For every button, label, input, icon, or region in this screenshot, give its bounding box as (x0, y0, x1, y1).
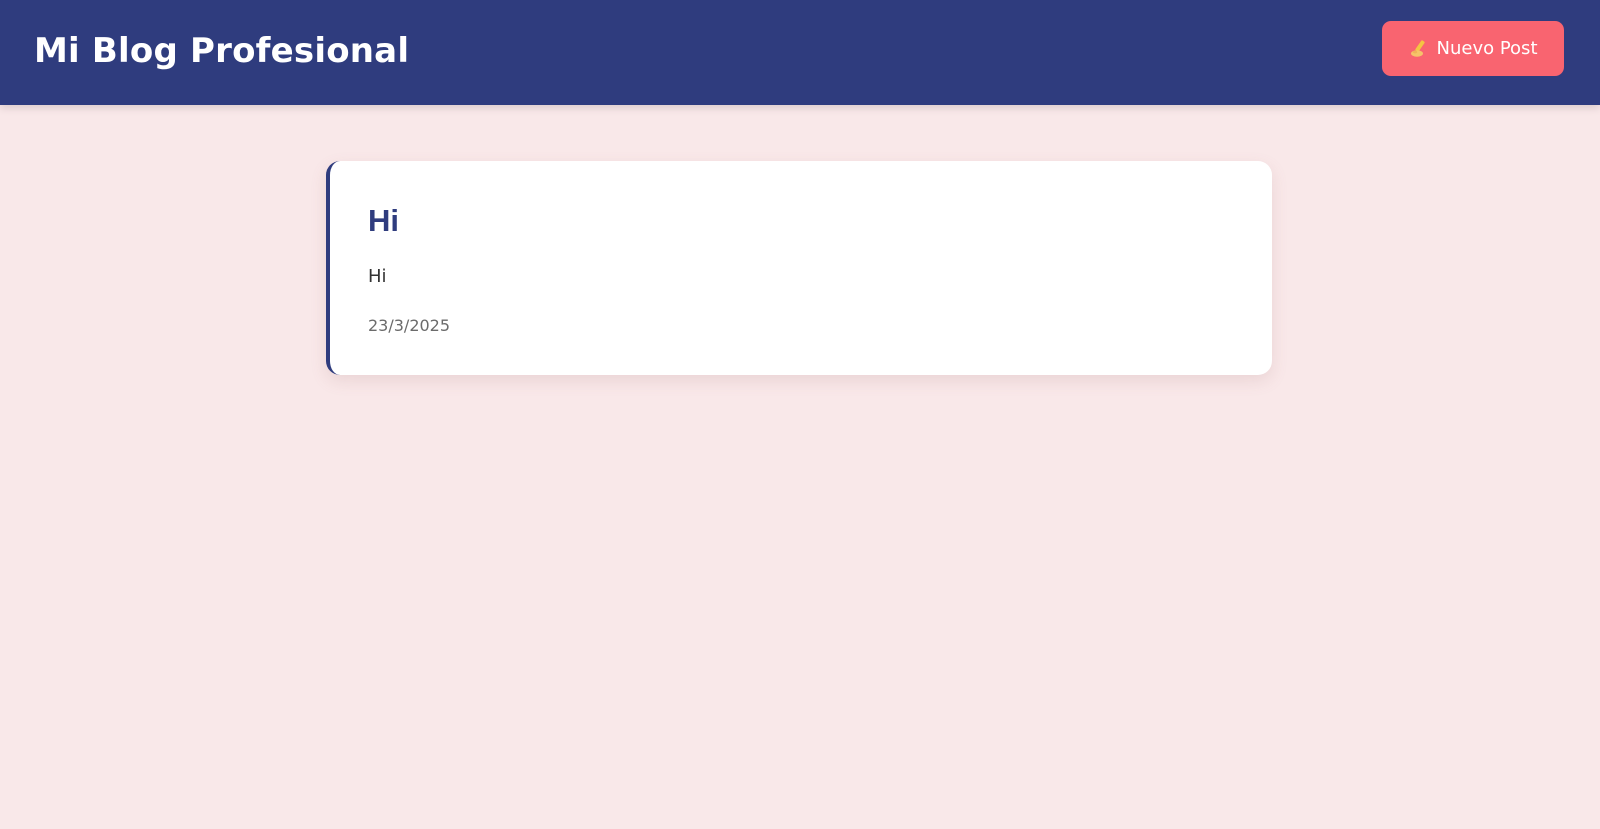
new-post-label: Nuevo Post (1436, 38, 1538, 59)
new-post-button[interactable]: Nuevo Post (1382, 21, 1564, 76)
top-navbar: Mi Blog Profesional Nuevo Post (0, 0, 1600, 105)
post-date: 23/3/2025 (368, 316, 451, 335)
post-title: Hi (368, 203, 399, 238)
post-list: Hi Hi 23/3/2025 (326, 161, 1272, 375)
post-body: Hi (368, 266, 387, 287)
post-card: Hi Hi 23/3/2025 (326, 161, 1272, 375)
writing-hand-icon (1409, 39, 1429, 59)
site-title: Mi Blog Profesional (34, 31, 410, 71)
